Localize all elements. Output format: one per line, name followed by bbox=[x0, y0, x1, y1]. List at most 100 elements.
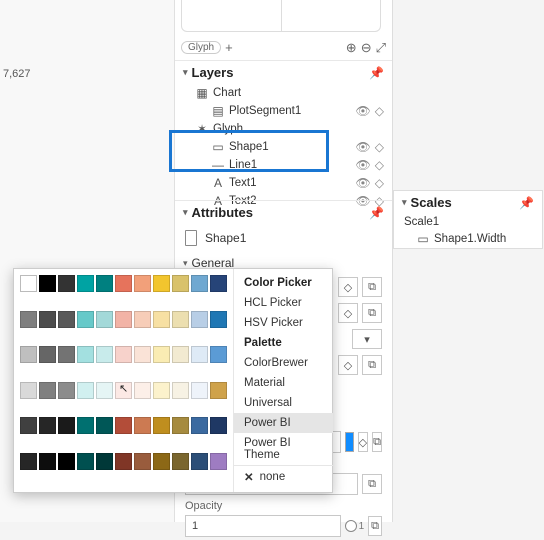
bind-button[interactable]: ◇ bbox=[358, 432, 368, 452]
color-swatch[interactable] bbox=[96, 346, 113, 363]
color-swatch[interactable] bbox=[96, 275, 113, 292]
visibility-icon[interactable]: 👁 bbox=[354, 176, 373, 190]
color-swatch[interactable] bbox=[39, 346, 56, 363]
chevron-down-icon[interactable]: ▾ bbox=[402, 197, 407, 208]
color-swatch[interactable] bbox=[210, 453, 227, 470]
color-swatch[interactable] bbox=[39, 382, 56, 399]
hsv-picker-item[interactable]: HSV Picker bbox=[234, 313, 333, 333]
color-swatch[interactable] bbox=[96, 453, 113, 470]
color-swatch[interactable] bbox=[153, 453, 170, 470]
color-swatch[interactable] bbox=[115, 453, 132, 470]
color-swatch[interactable] bbox=[39, 417, 56, 434]
color-swatch[interactable] bbox=[191, 382, 208, 399]
color-swatch[interactable] bbox=[210, 275, 227, 292]
link-button[interactable]: ⧉ bbox=[362, 277, 382, 297]
color-swatch[interactable] bbox=[210, 382, 227, 399]
powerbi-theme-item[interactable]: Power BI Theme bbox=[234, 433, 333, 465]
eraser-icon[interactable]: ◇ bbox=[373, 158, 386, 172]
color-swatch[interactable] bbox=[210, 417, 227, 434]
color-swatch[interactable] bbox=[153, 311, 170, 328]
link-button[interactable]: ⧉ bbox=[372, 432, 382, 452]
color-swatch[interactable] bbox=[172, 453, 189, 470]
color-swatch[interactable] bbox=[20, 417, 37, 434]
link-button[interactable]: ⧉ bbox=[362, 474, 382, 494]
layer-glyph[interactable]: ✶ Glyph bbox=[175, 120, 392, 138]
color-swatch[interactable] bbox=[77, 346, 94, 363]
color-swatch[interactable] bbox=[191, 275, 208, 292]
color-swatch[interactable] bbox=[115, 382, 132, 399]
layer-plotsegment[interactable]: ▤ PlotSegment1 👁 ◇ bbox=[175, 102, 392, 120]
color-swatch[interactable] bbox=[172, 346, 189, 363]
link-button[interactable]: ⧉ bbox=[368, 516, 382, 536]
color-swatch[interactable] bbox=[58, 275, 75, 292]
link-button[interactable]: ⧉ bbox=[362, 303, 382, 323]
color-swatch[interactable] bbox=[115, 346, 132, 363]
color-swatch[interactable] bbox=[134, 311, 151, 328]
color-swatch[interactable] bbox=[134, 275, 151, 292]
color-swatch[interactable] bbox=[115, 417, 132, 434]
color-swatch[interactable] bbox=[153, 346, 170, 363]
layer-shape1[interactable]: ▭ Shape1 👁 ◇ bbox=[175, 138, 392, 156]
color-swatch[interactable] bbox=[134, 453, 151, 470]
color-swatch[interactable] bbox=[77, 417, 94, 434]
zoom-in-icon[interactable]: ⊕ bbox=[346, 40, 357, 56]
color-swatch[interactable] bbox=[172, 275, 189, 292]
color-swatch[interactable] bbox=[96, 382, 113, 399]
color-swatch[interactable] bbox=[191, 453, 208, 470]
opacity-value[interactable] bbox=[185, 515, 341, 537]
link-button[interactable]: ⧉ bbox=[362, 355, 382, 375]
color-swatch[interactable] bbox=[153, 275, 170, 292]
visibility-icon[interactable]: 👁 bbox=[354, 158, 373, 172]
bind-button[interactable]: ◇ bbox=[338, 277, 358, 297]
scale-item[interactable]: Scale1 bbox=[394, 214, 542, 230]
add-glyph-button[interactable]: + bbox=[225, 40, 233, 55]
none-item[interactable]: ✕ none bbox=[234, 465, 333, 488]
chevron-down-icon[interactable]: ▾ bbox=[183, 258, 188, 269]
zoom-fit-icon[interactable]: ⤢ bbox=[376, 40, 386, 56]
color-swatch[interactable] bbox=[58, 311, 75, 328]
color-swatch[interactable] bbox=[20, 453, 37, 470]
powerbi-item[interactable]: Power BI bbox=[234, 413, 333, 433]
colorbrewer-item[interactable]: ColorBrewer bbox=[234, 353, 333, 373]
eraser-icon[interactable]: ◇ bbox=[373, 140, 386, 154]
visibility-icon[interactable]: 👁 bbox=[354, 104, 373, 118]
color-swatch[interactable] bbox=[191, 311, 208, 328]
bind-button[interactable]: ◇ bbox=[338, 303, 358, 323]
color-swatch[interactable] bbox=[58, 382, 75, 399]
color-swatch[interactable] bbox=[134, 417, 151, 434]
color-swatch[interactable] bbox=[191, 417, 208, 434]
color-swatch[interactable] bbox=[191, 346, 208, 363]
color-swatch[interactable] bbox=[172, 311, 189, 328]
color-swatch[interactable] bbox=[20, 275, 37, 292]
material-item[interactable]: Material bbox=[234, 373, 333, 393]
color-swatch[interactable] bbox=[20, 382, 37, 399]
eraser-icon[interactable]: ◇ bbox=[373, 104, 386, 118]
layer-chart[interactable]: ▦ Chart bbox=[175, 84, 392, 102]
color-swatch[interactable] bbox=[77, 311, 94, 328]
eraser-icon[interactable]: ◇ bbox=[373, 176, 386, 190]
color-swatch[interactable] bbox=[153, 382, 170, 399]
color-swatch[interactable] bbox=[134, 382, 151, 399]
color-swatch[interactable] bbox=[39, 311, 56, 328]
layer-text1[interactable]: A Text1 👁 ◇ bbox=[175, 174, 392, 192]
bind-button[interactable]: ◇ bbox=[338, 355, 358, 375]
color-swatch[interactable] bbox=[96, 311, 113, 328]
visibility-icon[interactable]: 👁 bbox=[354, 140, 373, 154]
pin-icon[interactable]: 📌 bbox=[369, 66, 384, 80]
glyph-thumbnail[interactable] bbox=[181, 0, 381, 32]
hcl-picker-item[interactable]: HCL Picker bbox=[234, 293, 333, 313]
color-swatch[interactable] bbox=[20, 311, 37, 328]
color-swatch[interactable] bbox=[172, 417, 189, 434]
color-swatch[interactable] bbox=[172, 382, 189, 399]
color-swatch[interactable] bbox=[210, 311, 227, 328]
color-swatch[interactable] bbox=[115, 275, 132, 292]
pin-icon[interactable]: 📌 bbox=[369, 206, 384, 220]
color-swatch[interactable] bbox=[77, 453, 94, 470]
color-swatch[interactable] bbox=[20, 346, 37, 363]
color-swatch[interactable] bbox=[58, 417, 75, 434]
color-swatch[interactable] bbox=[58, 453, 75, 470]
layer-line1[interactable]: — Line1 👁 ◇ bbox=[175, 156, 392, 174]
color-swatch[interactable] bbox=[115, 311, 132, 328]
color-swatch[interactable] bbox=[58, 346, 75, 363]
color-swatch[interactable] bbox=[153, 417, 170, 434]
